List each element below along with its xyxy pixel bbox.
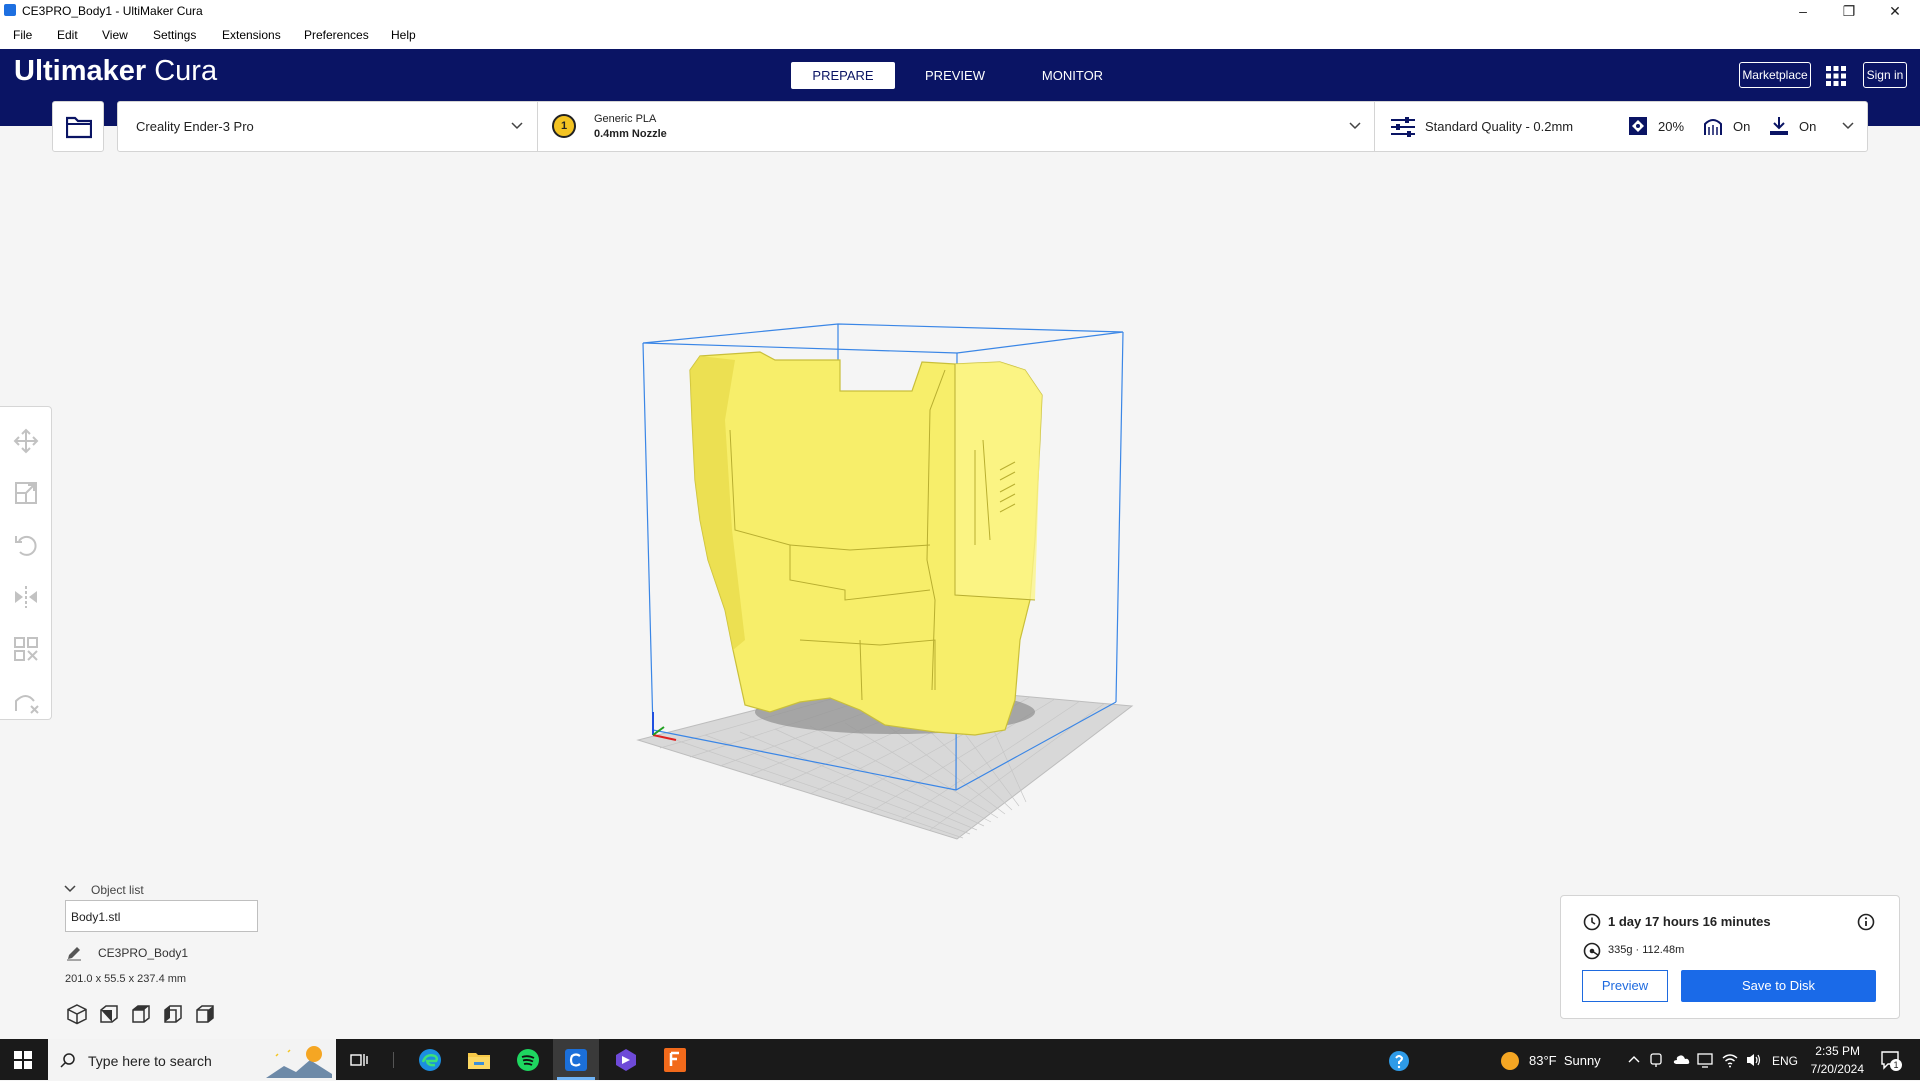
chevron-down-icon[interactable] [1842, 121, 1854, 131]
tab-preview[interactable]: PREVIEW [905, 62, 1005, 89]
cura-app-icon [4, 4, 16, 16]
model-dimensions: 201.0 x 55.5 x 237.4 mm [65, 973, 187, 985]
info-icon[interactable] [1857, 913, 1875, 931]
save-to-disk-button[interactable]: Save to Disk [1681, 970, 1876, 1002]
edge-icon[interactable] [418, 1048, 442, 1072]
open-file-button[interactable] [52, 101, 104, 152]
wifi-icon[interactable] [1721, 1052, 1739, 1068]
cura-taskbar-icon [565, 1049, 587, 1071]
material-usage: 335g · 112.48m [1608, 944, 1685, 956]
clock-icon [1583, 913, 1601, 931]
menu-settings[interactable]: Settings [153, 28, 196, 42]
notification-count: 1 [1890, 1059, 1902, 1071]
marketplace-button[interactable]: Marketplace [1739, 62, 1811, 88]
3d-view-icon[interactable] [66, 1003, 88, 1025]
brand-logo: Ultimaker Cura [14, 55, 217, 88]
move-icon[interactable] [10, 425, 42, 457]
nozzle-size[interactable]: 0.4mm Nozzle [594, 128, 667, 140]
clock-date[interactable]: 7/20/2024 [1806, 1062, 1864, 1076]
per-model-settings-icon[interactable] [10, 633, 42, 665]
quality-profile[interactable]: Standard Quality - 0.2mm [1425, 119, 1573, 134]
print-time: 1 day 17 hours 16 minutes [1608, 914, 1771, 929]
object-list-item[interactable]: Body1.stl [65, 900, 258, 932]
brand-name: Ultimaker [14, 55, 147, 87]
job-name[interactable]: CE3PRO_Body1 [98, 946, 188, 960]
menu-extensions[interactable]: Extensions [222, 28, 281, 42]
search-icon [60, 1053, 75, 1068]
clock-time[interactable]: 2:35 PM [1812, 1044, 1860, 1058]
window-title: CE3PRO_Body1 - UltiMaker Cura [22, 4, 203, 18]
chevron-up-icon[interactable] [1628, 1054, 1640, 1064]
adhesion-icon [1770, 117, 1788, 135]
infill-icon [1629, 117, 1647, 135]
menu-help[interactable]: Help [391, 28, 416, 42]
meet-now-icon[interactable] [1649, 1052, 1663, 1068]
chevron-down-icon[interactable] [511, 121, 523, 131]
divider [1374, 101, 1375, 152]
onedrive-icon[interactable] [1672, 1053, 1690, 1065]
extruder-badge: 1 [552, 114, 576, 138]
input-language[interactable]: ENG [1772, 1054, 1798, 1068]
close-icon[interactable]: ✕ [1872, 0, 1918, 22]
restore-icon[interactable]: ❐ [1826, 0, 1872, 22]
front-view-icon[interactable] [98, 1003, 120, 1025]
top-view-icon[interactable] [130, 1003, 152, 1025]
brand-product: Cura [154, 55, 218, 87]
apps-grid-icon[interactable] [1825, 65, 1847, 87]
support-icon [1704, 119, 1722, 135]
spool-icon [1583, 942, 1601, 960]
search-placeholder: Type here to search [88, 1053, 212, 1069]
chevron-down-icon[interactable] [1349, 121, 1361, 131]
material-name[interactable]: Generic PLA [594, 113, 656, 125]
taskbar-divider [393, 1052, 394, 1068]
sunny-weather-icon [1501, 1052, 1519, 1070]
preview-button[interactable]: Preview [1582, 970, 1668, 1002]
windows-start-icon[interactable] [14, 1051, 32, 1069]
spotify-icon[interactable] [516, 1048, 540, 1072]
file-explorer-icon[interactable] [467, 1049, 491, 1071]
menu-edit[interactable]: Edit [57, 28, 78, 42]
chevron-down-icon[interactable] [64, 884, 76, 894]
divider [537, 101, 538, 152]
pencil-icon[interactable] [66, 945, 82, 961]
mirror-icon[interactable] [10, 581, 42, 613]
sign-in-button[interactable]: Sign in [1863, 62, 1907, 88]
folder-icon [66, 116, 92, 139]
left-view-icon[interactable] [162, 1003, 184, 1025]
menu-view[interactable]: View [102, 28, 128, 42]
minimize-icon[interactable]: – [1780, 0, 1826, 22]
help-app-icon[interactable] [1388, 1050, 1410, 1072]
weather-text[interactable]: 83°F Sunny [1529, 1053, 1601, 1068]
search-highlight-image [266, 1044, 332, 1078]
menu-file[interactable]: File [13, 28, 32, 42]
printer-name[interactable]: Creality Ender-3 Pro [136, 119, 254, 134]
tab-monitor[interactable]: MONITOR [1020, 62, 1125, 89]
object-list-toggle[interactable]: Object list [91, 883, 144, 897]
support-blocker-icon[interactable] [10, 685, 42, 717]
cura-taskbar-active[interactable] [553, 1039, 599, 1080]
fusion-app-icon[interactable] [663, 1047, 687, 1073]
app-icon-purple[interactable] [614, 1048, 638, 1072]
task-view-icon[interactable] [350, 1052, 368, 1068]
right-view-icon[interactable] [194, 1003, 216, 1025]
scale-icon[interactable] [10, 477, 42, 509]
support-value[interactable]: On [1733, 119, 1750, 134]
display-icon[interactable] [1697, 1052, 1713, 1068]
tab-prepare[interactable]: PREPARE [791, 62, 895, 89]
adhesion-value[interactable]: On [1799, 119, 1816, 134]
tool-panel [0, 406, 52, 720]
menu-bar [0, 22, 1920, 49]
stage-toolbar [117, 101, 1868, 152]
speaker-icon[interactable] [1745, 1052, 1763, 1068]
title-bar: CE3PRO_Body1 - UltiMaker Cura – ❐ ✕ [0, 0, 1920, 22]
menu-preferences[interactable]: Preferences [304, 28, 369, 42]
rotate-icon[interactable] [10, 529, 42, 561]
infill-value[interactable]: 20% [1658, 119, 1684, 134]
sliders-icon [1391, 117, 1415, 137]
